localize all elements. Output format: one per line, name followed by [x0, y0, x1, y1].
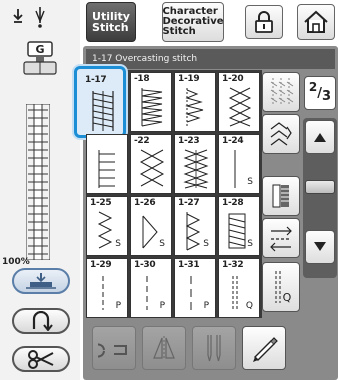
stitch-number: 1-30	[134, 260, 156, 270]
reverse-stitch-button[interactable]	[12, 308, 70, 334]
pen-button[interactable]	[242, 326, 286, 370]
stitch-cell-1-21[interactable]	[86, 134, 128, 194]
stitch-cell-1-26[interactable]: 1-26 S	[130, 196, 172, 256]
stitch-number: -22	[134, 136, 150, 146]
stitch-cell-1-25[interactable]: 1-25 S	[86, 196, 128, 256]
tab-character-line3: Stitch	[162, 26, 196, 37]
stitch-suffix: Q	[245, 301, 253, 311]
lock-button[interactable]	[245, 5, 283, 39]
stitch-number: 1-27	[178, 198, 200, 208]
stitch-pattern-icon	[98, 150, 115, 188]
stitch-number: 1-26	[134, 198, 156, 208]
mirror-button[interactable]	[142, 326, 186, 370]
double-stitch-button[interactable]	[262, 114, 300, 154]
double-stitch-icon	[270, 122, 292, 146]
arrow-down-icon	[314, 242, 326, 251]
stitch-number: 1-28	[222, 198, 244, 208]
scroll-up-button[interactable]	[305, 120, 335, 154]
stitch-cell-1-23[interactable]: 1-23	[174, 134, 216, 194]
svg-text:G: G	[35, 43, 44, 56]
needle-position-icon	[13, 7, 45, 28]
stitch-number: 1-32	[222, 260, 244, 270]
tab-utility-stitch[interactable]: Utility Stitch	[86, 2, 136, 42]
stitch-suffix: S	[203, 239, 209, 249]
stitch-cell-1-19[interactable]: 1-19	[174, 72, 216, 132]
tab-utility-line2: Stitch	[92, 21, 129, 34]
twin-needle-icon	[272, 184, 289, 208]
scissors-icon	[28, 350, 54, 369]
stitch-cell-1-32[interactable]: 1-32 Q	[218, 258, 260, 318]
stitch-number: 1-25	[90, 198, 112, 208]
elongation-button[interactable]	[262, 218, 300, 258]
scroll-down-button[interactable]	[305, 230, 335, 264]
stitch-pattern-icon	[185, 88, 204, 126]
needle-position-button[interactable]	[10, 4, 54, 32]
thread-cutter-button[interactable]	[12, 346, 70, 372]
scrollbar-thumb[interactable]	[305, 180, 335, 194]
presser-foot-icon: G	[23, 41, 57, 75]
stitch-cell-1-30[interactable]: 1-30 P	[130, 258, 172, 318]
stitch-suffix: P	[115, 301, 121, 311]
stitch-number: -18	[134, 74, 150, 84]
presser-foot-lifter-button[interactable]	[12, 268, 70, 294]
stitch-cell-1-28[interactable]: 1-28 S	[218, 196, 260, 256]
lock-icon	[255, 11, 273, 33]
overcasting-stitch-icon	[92, 91, 114, 131]
triple-stitch-icon	[270, 78, 294, 106]
mirror-icon	[153, 336, 175, 360]
stitch-cell-1-18[interactable]: -18	[130, 72, 172, 132]
twin-needle-button[interactable]	[262, 176, 300, 216]
feed-dog-icon	[26, 104, 50, 260]
stitch-number: 1-23	[178, 136, 200, 146]
stitch-pattern-icon	[183, 149, 209, 189]
stitch-cell-1-24[interactable]: 1-24 S	[218, 134, 260, 194]
stitch-cell-1-20[interactable]: 1-20	[218, 72, 260, 132]
needle-mode-button[interactable]	[192, 326, 236, 370]
tab-character-decorative-stitch[interactable]: Character Decorative Stitch	[162, 2, 224, 42]
stitch-number: 1-29	[90, 260, 112, 270]
stitch-pattern-icon	[141, 88, 163, 127]
stitch-suffix: P	[203, 301, 209, 311]
stitch-number: 1-24	[222, 136, 244, 146]
stitch-cell-1-27[interactable]: 1-27 S	[174, 196, 216, 256]
stitch-suffix: P	[159, 301, 165, 311]
left-panel: G 100%	[0, 0, 80, 380]
stitch-number: 1-17	[85, 75, 107, 85]
home-button[interactable]	[297, 4, 335, 40]
elongation-icon	[270, 226, 292, 252]
stitch-suffix: S	[115, 239, 121, 249]
page-counter: 2 / 3	[304, 76, 336, 110]
stitch-suffix: S	[247, 177, 253, 187]
stitch-q-button[interactable]: Q	[262, 262, 300, 312]
pen-icon	[253, 337, 278, 362]
triple-stitch-button[interactable]	[262, 72, 300, 112]
needle-icon	[207, 335, 221, 362]
arrow-up-icon	[314, 133, 326, 142]
stitch-pattern-icon	[139, 149, 165, 187]
stitch-q-label: Q	[282, 290, 292, 304]
stitch-number: 1-31	[178, 260, 200, 270]
home-icon	[304, 10, 328, 33]
stitch-number: 1-19	[178, 74, 200, 84]
auto-reverse-button[interactable]	[92, 326, 136, 370]
stitch-cell-1-17[interactable]: 1-17	[74, 66, 126, 138]
stitch-info-bar: 1-17 Overcasting stitch	[86, 49, 335, 69]
stitch-cell-1-31[interactable]: 1-31 P	[174, 258, 216, 318]
stitch-pattern-icon	[228, 87, 252, 127]
stitch-suffix: S	[159, 239, 165, 249]
zoom-level: 100%	[2, 257, 30, 267]
page-current: 2	[308, 80, 318, 94]
presser-foot-lifter-icon	[26, 273, 56, 289]
auto-reverse-icon	[98, 343, 127, 358]
stitch-number: 1-20	[222, 74, 244, 84]
reverse-stitch-icon	[32, 311, 53, 331]
stitch-suffix: S	[247, 239, 253, 249]
stitch-cell-1-29[interactable]: 1-29 P	[86, 258, 128, 318]
page-total: 3	[322, 88, 332, 104]
stitch-cell-1-22[interactable]: -22	[130, 134, 172, 194]
